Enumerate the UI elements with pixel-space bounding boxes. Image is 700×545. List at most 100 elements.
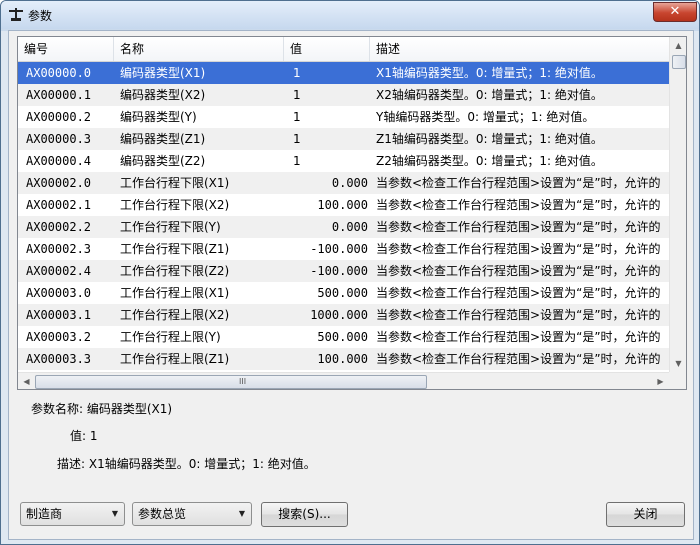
cell-value: 0.000 [331, 220, 368, 234]
cell-name: 工作台行程下限(Z2) [120, 264, 230, 278]
table-header: 编号 名称 值 描述 [18, 37, 669, 62]
column-header-name[interactable]: 名称 [114, 37, 284, 61]
cell-name: 工作台行程下限(X1) [120, 176, 230, 190]
detail-value-row: 值: 1 [70, 427, 98, 444]
cell-description: X2轴编码器类型。0: 增量式；1: 绝对值。 [376, 88, 603, 102]
scroll-up-icon[interactable]: ▲ [670, 37, 686, 54]
cell-description: 当参数<检查工作台行程范围>设置为“是”时，允许的 [376, 352, 661, 366]
table-row[interactable]: AX00000.4 编码器类型(Z2) 1 Z2轴编码器类型。0: 增量式；1: 绝对… [18, 150, 669, 172]
cell-value: 1 [293, 154, 301, 168]
vertical-scroll-thumb[interactable] [672, 55, 686, 69]
table-row[interactable]: AX00003.3 工作台行程上限(Z1) 100.000 当参数<检查工作台行程范围… [18, 348, 669, 370]
cell-code: AX00003.1 [26, 308, 92, 322]
cell-name: 工作台行程下限(X2) [120, 198, 230, 212]
close-button[interactable]: 关闭 [606, 502, 685, 527]
cell-value: 1 [293, 88, 301, 102]
cell-code: AX00000.3 [26, 132, 92, 146]
cell-name: 工作台行程上限(Y) [120, 330, 221, 344]
cell-description: Z1轴编码器类型。0: 增量式；1: 绝对值。 [376, 132, 603, 146]
cell-name: 编码器类型(Z2) [120, 154, 206, 168]
table-body: AX00000.0 编码器类型(X1) 1 X1轴编码器类型。0: 增量式；1: 绝对… [18, 62, 669, 370]
cell-value: 1 [293, 110, 301, 124]
cell-value: 500.000 [317, 330, 368, 344]
table-row[interactable]: AX00002.3 工作台行程下限(Z1) -100.000 当参数<检查工作台行程范… [18, 238, 669, 260]
detail-name-label: 参数名称: [31, 402, 84, 416]
table-row[interactable]: AX00000.0 编码器类型(X1) 1 X1轴编码器类型。0: 增量式；1: 绝对… [18, 62, 669, 84]
scroll-grip-icon: III [239, 377, 247, 386]
detail-description-row: 描述: X1轴编码器类型。0: 增量式；1: 绝对值。 [57, 455, 316, 472]
cell-value: -100.000 [310, 242, 368, 256]
window-close-button[interactable]: ✕ [653, 2, 697, 22]
scrollbar-corner [669, 372, 686, 389]
table-row[interactable]: AX00002.4 工作台行程下限(Z2) -100.000 当参数<检查工作台行程范… [18, 260, 669, 282]
cell-description: 当参数<检查工作台行程范围>设置为“是”时，允许的 [376, 308, 661, 322]
scroll-down-icon[interactable]: ▼ [670, 355, 686, 372]
cell-code: AX00002.3 [26, 242, 92, 256]
cell-description: 当参数<检查工作台行程范围>设置为“是”时，允许的 [376, 264, 661, 278]
cell-value: 1000.000 [310, 308, 368, 322]
cell-name: 编码器类型(X2) [120, 88, 206, 102]
detail-description-label: 描述: [57, 457, 86, 471]
chevron-down-icon: ▼ [111, 509, 118, 518]
table-row[interactable]: AX00003.1 工作台行程上限(X2) 1000.000 当参数<检查工作台行程范… [18, 304, 669, 326]
table-row[interactable]: AX00003.2 工作台行程上限(Y) 500.000 当参数<检查工作台行程范围>… [18, 326, 669, 348]
detail-value-value: 1 [89, 429, 98, 443]
table-row[interactable]: AX00003.0 工作台行程上限(X1) 500.000 当参数<检查工作台行程范围… [18, 282, 669, 304]
cell-code: AX00003.3 [26, 352, 92, 366]
cell-code: AX00002.0 [26, 176, 92, 190]
cell-code: AX00000.0 [26, 66, 92, 80]
cell-description: 当参数<检查工作台行程范围>设置为“是”时，允许的 [376, 198, 661, 212]
overview-select-value: 参数总览 [138, 507, 187, 521]
column-header-description[interactable]: 描述 [370, 37, 669, 61]
cell-code: AX00000.1 [26, 88, 92, 102]
cell-name: 工作台行程上限(X1) [120, 286, 230, 300]
chevron-down-icon: ▼ [238, 509, 245, 518]
table-row[interactable]: AX00000.3 编码器类型(Z1) 1 Z1轴编码器类型。0: 增量式；1: 绝对… [18, 128, 669, 150]
cell-code: AX00002.4 [26, 264, 92, 278]
cell-code: AX00003.0 [26, 286, 92, 300]
search-button[interactable]: 搜索(S)... [261, 502, 348, 527]
cell-description: Z2轴编码器类型。0: 增量式；1: 绝对值。 [376, 154, 603, 168]
table-row[interactable]: AX00000.1 编码器类型(X2) 1 X2轴编码器类型。0: 增量式；1: 绝对… [18, 84, 669, 106]
app-icon [9, 8, 23, 21]
column-header-code[interactable]: 编号 [18, 37, 114, 61]
vertical-scrollbar[interactable]: ▲ ▼ [669, 37, 686, 372]
scroll-left-icon[interactable]: ◀ [18, 373, 35, 389]
cell-name: 工作台行程下限(Y) [120, 220, 221, 234]
window-title: 参数 [28, 9, 53, 23]
cell-name: 编码器类型(Y) [120, 110, 197, 124]
horizontal-scroll-thumb[interactable]: III [35, 375, 427, 389]
table-row[interactable]: AX00002.1 工作台行程下限(X2) 100.000 当参数<检查工作台行程范围… [18, 194, 669, 216]
cell-code: AX00003.2 [26, 330, 92, 344]
detail-name-row: 参数名称: 编码器类型(X1) [31, 400, 172, 417]
horizontal-scrollbar[interactable]: ◀ III ▶ [18, 372, 669, 389]
parameter-table[interactable]: 编号 名称 值 描述 AX00000.0 编码器类型(X1) 1 X1轴编码器类型。0… [17, 36, 687, 390]
detail-name-value: 编码器类型(X1) [86, 402, 173, 416]
manufacturer-select-value: 制造商 [26, 507, 63, 521]
cell-code: AX00002.1 [26, 198, 92, 212]
cell-name: 编码器类型(Z1) [120, 132, 206, 146]
cell-value: 100.000 [317, 198, 368, 212]
detail-description-value: X1轴编码器类型。0: 增量式；1: 绝对值。 [88, 457, 316, 471]
cell-name: 编码器类型(X1) [120, 66, 206, 80]
table-row[interactable]: AX00000.2 编码器类型(Y) 1 Y轴编码器类型。0: 增量式；1: 绝对值。 [18, 106, 669, 128]
cell-description: 当参数<检查工作台行程范围>设置为“是”时，允许的 [376, 242, 661, 256]
column-header-value[interactable]: 值 [284, 37, 370, 61]
cell-value: 1 [293, 66, 301, 80]
cell-code: AX00000.2 [26, 110, 92, 124]
cell-description: X1轴编码器类型。0: 增量式；1: 绝对值。 [376, 66, 603, 80]
cell-name: 工作台行程上限(Z1) [120, 352, 230, 366]
scroll-right-icon[interactable]: ▶ [652, 373, 669, 389]
cell-value: -100.000 [310, 264, 368, 278]
cell-value: 500.000 [317, 286, 368, 300]
parameters-window: 参数 ✕ 编号 名称 值 描述 AX00000.0 编码器类型(X1) 1 X1轴编码… [0, 0, 700, 545]
table-row[interactable]: AX00002.0 工作台行程下限(X1) 0.000 当参数<检查工作台行程范围>设… [18, 172, 669, 194]
table-row[interactable]: AX00002.2 工作台行程下限(Y) 0.000 当参数<检查工作台行程范围>设置… [18, 216, 669, 238]
cell-name: 工作台行程上限(X2) [120, 308, 230, 322]
cell-description: 当参数<检查工作台行程范围>设置为“是”时，允许的 [376, 330, 661, 344]
overview-select[interactable]: 参数总览 ▼ [132, 502, 252, 526]
cell-code: AX00002.2 [26, 220, 92, 234]
cell-name: 工作台行程下限(Z1) [120, 242, 230, 256]
title-bar[interactable]: 参数 ✕ [1, 1, 699, 29]
manufacturer-select[interactable]: 制造商 ▼ [20, 502, 125, 526]
